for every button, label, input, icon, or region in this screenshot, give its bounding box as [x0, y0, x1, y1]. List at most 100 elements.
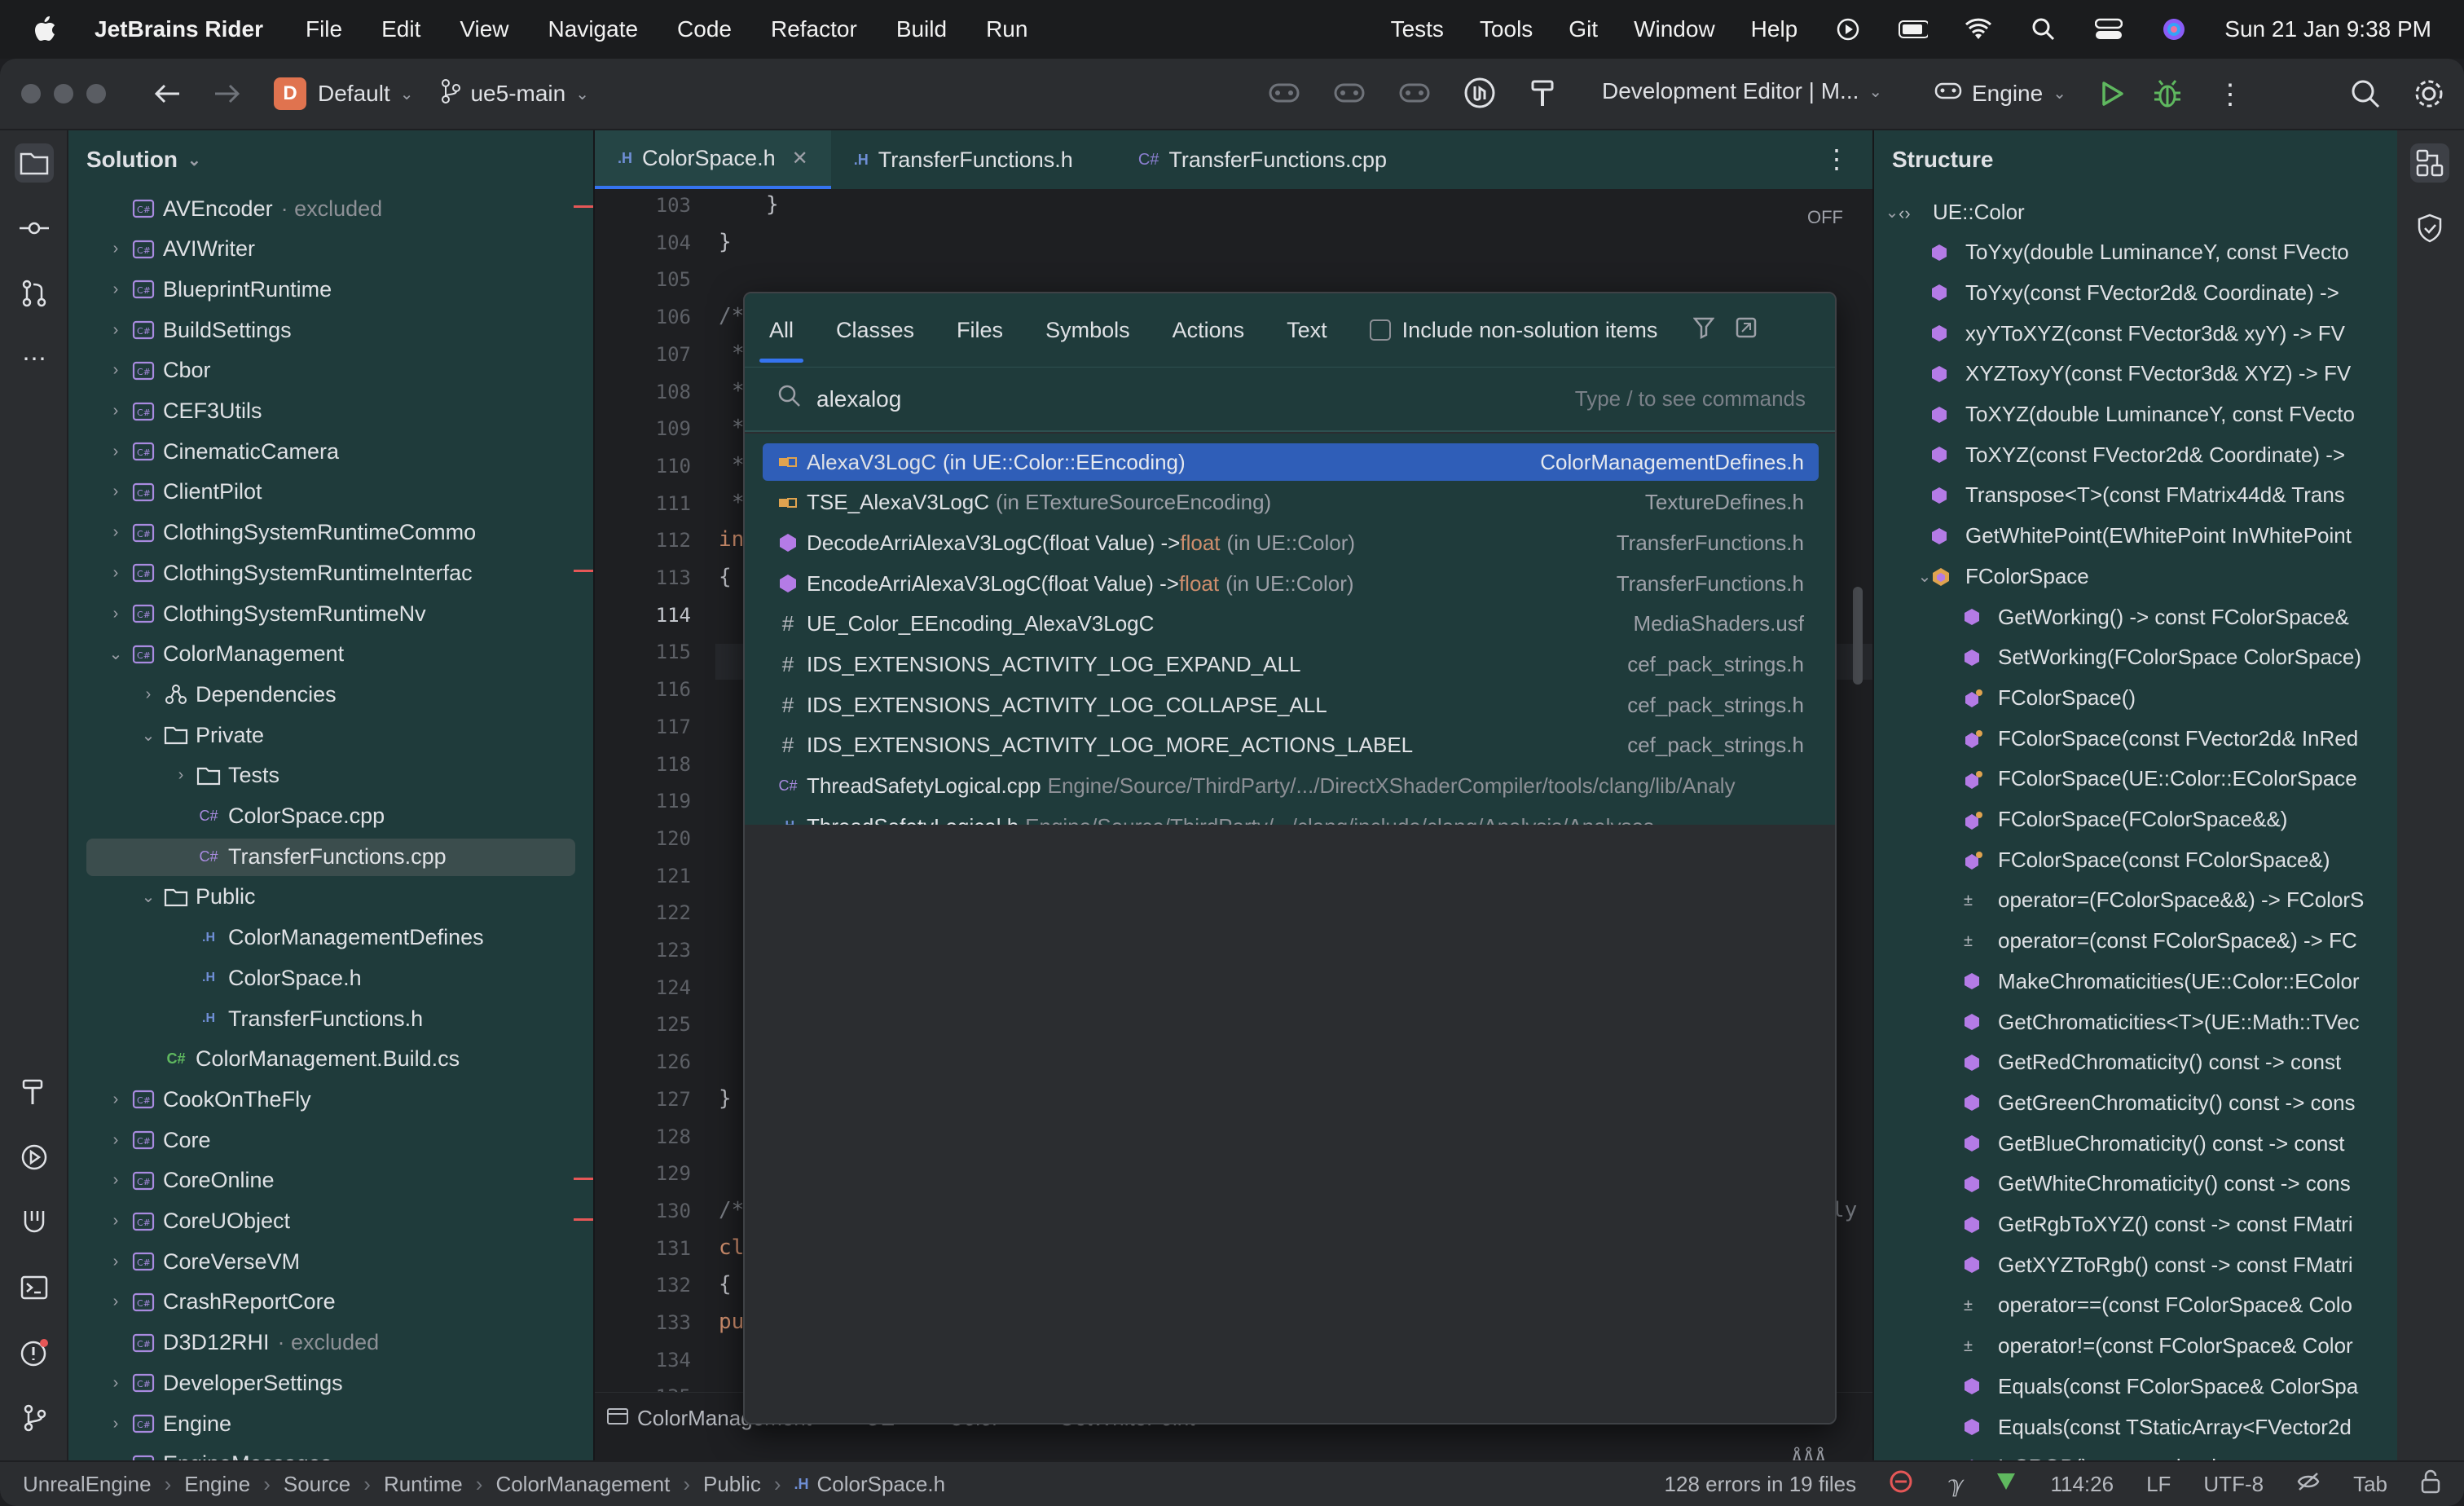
run-icon[interactable]: [2099, 80, 2125, 112]
solution-tree-item[interactable]: › C# ClothingSystemRuntimeNv: [68, 594, 593, 633]
chevron-right-icon[interactable]: ›: [171, 766, 191, 785]
structure-item[interactable]: xyYToXYZ(const FVector3d& xyY) -> FV: [1874, 314, 2399, 353]
search-field[interactable]: alexalog Type / to see commands: [745, 367, 1835, 432]
file-encoding[interactable]: UTF-8: [2203, 1472, 2264, 1497]
structure-item[interactable]: SetWorking(FColorSpace ColorSpace): [1874, 638, 2399, 677]
menu-code[interactable]: Code: [677, 16, 732, 42]
chevron-right-icon[interactable]: ›: [106, 280, 125, 299]
solution-tree-item[interactable]: › C# CoreVerseVM: [68, 1242, 593, 1281]
solution-tree-item[interactable]: C# ColorManagement.Build.cs: [68, 1040, 593, 1079]
siri-icon[interactable]: [2159, 15, 2189, 44]
search-result-item[interactable]: # IDS_EXTENSIONS_ACTIVITY_LOG_COLLAPSE_AL…: [763, 686, 1819, 724]
chevron-down-icon[interactable]: ⌄: [139, 887, 158, 907]
inlay-hints-off-badge[interactable]: OFF: [1807, 207, 1843, 228]
status-path-item[interactable]: Source: [284, 1472, 350, 1497]
solution-tree-item[interactable]: C# TransferFunctions.cpp: [68, 837, 593, 877]
structure-item[interactable]: FColorSpace(FColorSpace&&): [1874, 800, 2399, 839]
structure-item[interactable]: XYZToxyY(const FVector3d& XYZ) -> FV: [1874, 354, 2399, 394]
search-result-item[interactable]: # IDS_EXTENSIONS_ACTIVITY_LOG_EXPAND_ALL c…: [763, 646, 1819, 684]
menu-view[interactable]: View: [460, 16, 508, 42]
chevron-right-icon[interactable]: ›: [106, 321, 125, 340]
solution-tree-item[interactable]: ⌄ Private: [68, 716, 593, 755]
chevron-right-icon[interactable]: ›: [106, 523, 125, 542]
structure-item[interactable]: ± operator=(FColorSpace&&) -> FColorS: [1874, 881, 2399, 920]
solution-tree-item[interactable]: › C# BuildSettings: [68, 310, 593, 350]
terminal-icon[interactable]: [15, 1268, 54, 1307]
chevron-right-icon[interactable]: ›: [139, 685, 158, 704]
commit-icon[interactable]: [15, 209, 54, 248]
more-tools-icon[interactable]: ⋯: [15, 339, 54, 378]
tab-transferfunctions-h[interactable]: .H TransferFunctions.h: [831, 130, 1096, 189]
run-window-icon[interactable]: [15, 1138, 54, 1177]
control-center-icon[interactable]: [2094, 15, 2123, 44]
apple-icon[interactable]: [33, 15, 65, 43]
menu-help[interactable]: Help: [1751, 16, 1798, 42]
hammer-icon[interactable]: [1529, 77, 1561, 113]
structure-item[interactable]: GetXYZToRgb() const -> const FMatri: [1874, 1245, 2399, 1284]
solution-tree-item[interactable]: C# D3D12RHI · excluded: [68, 1323, 593, 1363]
structure-item[interactable]: MakeChromaticities(UE::Color::EColor: [1874, 962, 2399, 1001]
forward-arrow-icon[interactable]: [213, 81, 241, 106]
structure-item[interactable]: ± operator=(const FColorSpace&) -> FC: [1874, 922, 2399, 961]
ai-assistant-icon[interactable]: ℽ: [1946, 1471, 1962, 1498]
gamepad-icon[interactable]: [1333, 77, 1366, 113]
search-everywhere-icon[interactable]: [2350, 78, 2381, 113]
branch-selector[interactable]: ue5-main ⌄: [441, 78, 589, 109]
build-hammer-icon[interactable]: [15, 1072, 54, 1112]
shield-icon[interactable]: [2410, 209, 2449, 248]
chevron-right-icon[interactable]: ›: [106, 1292, 125, 1311]
chevron-right-icon[interactable]: ›: [106, 240, 125, 258]
pull-requests-icon[interactable]: [15, 274, 54, 313]
unreal-engine-icon[interactable]: [1463, 77, 1496, 113]
gamepad-icon[interactable]: [1398, 77, 1431, 113]
solution-tree-item[interactable]: › C# CrashReportCore: [68, 1283, 593, 1322]
solution-tree-item[interactable]: › C# Core: [68, 1121, 593, 1160]
status-path-item[interactable]: ColorSpace.h: [817, 1472, 946, 1497]
gamepad-icon[interactable]: [1268, 77, 1300, 113]
project-selector[interactable]: D Default ⌄: [274, 77, 413, 110]
caret-position[interactable]: 114:26: [2050, 1472, 2114, 1497]
menu-tools[interactable]: Tools: [1480, 16, 1533, 42]
structure-item[interactable]: Equals(const FColorSpace& ColorSpa: [1874, 1367, 2399, 1406]
git-icon[interactable]: [15, 1398, 54, 1438]
play-circle-icon[interactable]: [1833, 15, 1863, 44]
solution-tree-item[interactable]: › Dependencies: [68, 675, 593, 714]
chevron-right-icon[interactable]: ›: [106, 1090, 125, 1109]
chevron-right-icon[interactable]: ›: [106, 605, 125, 623]
minimize-window-button[interactable]: [54, 84, 73, 103]
solution-tree-item[interactable]: › C# CookOnTheFly: [68, 1080, 593, 1119]
solution-tree-item[interactable]: › C# CoreUObject: [68, 1202, 593, 1241]
structure-item[interactable]: ToYxy(double LuminanceY, const FVecto: [1874, 233, 2399, 272]
solution-tree-item[interactable]: .H ColorManagementDefines: [68, 918, 593, 958]
solution-tree-item[interactable]: › C# CinematicCamera: [68, 432, 593, 471]
indent-setting[interactable]: Tab: [2353, 1472, 2387, 1497]
solution-tree-item[interactable]: › C# ClientPilot: [68, 473, 593, 512]
no-suggestions-icon[interactable]: [2296, 1470, 2321, 1499]
structure-tool-icon[interactable]: [2410, 143, 2449, 183]
tab-all[interactable]: All: [759, 318, 804, 363]
close-tab-icon[interactable]: ✕: [792, 147, 808, 170]
menu-git[interactable]: Git: [1569, 16, 1598, 42]
structure-item[interactable]: ⌄ ‹› UE::Color: [1874, 192, 2399, 231]
solution-tree-item[interactable]: › C# Cbor: [68, 351, 593, 390]
structure-item[interactable]: GetWorking() -> const FColorSpace&: [1874, 597, 2399, 636]
open-in-window-icon[interactable]: [1736, 317, 1757, 344]
solution-header[interactable]: Solution ⌄: [68, 130, 593, 189]
battery-icon[interactable]: [1899, 15, 1929, 44]
structure-item[interactable]: GetWhitePoint(EWhitePoint InWhitePoint: [1874, 517, 2399, 556]
debug-icon[interactable]: [2153, 78, 2182, 113]
menu-window[interactable]: Window: [1634, 16, 1715, 42]
no-entry-icon[interactable]: [1889, 1469, 1913, 1499]
run-configuration-selector[interactable]: Development Editor | M... ⌄: [1602, 78, 1882, 104]
solution-tree-item[interactable]: › C# ClothingSystemRuntimeCommo: [68, 513, 593, 553]
tab-transferfunctions-cpp[interactable]: C# TransferFunctions.cpp: [1115, 130, 1410, 189]
status-path-item[interactable]: UnrealEngine: [23, 1472, 152, 1497]
tab-colorspace-h[interactable]: .H ColorSpace.h ✕: [595, 130, 831, 189]
menu-file[interactable]: File: [306, 16, 342, 42]
structure-item[interactable]: FColorSpace(const FVector2d& InRed: [1874, 719, 2399, 758]
menu-tests[interactable]: Tests: [1391, 16, 1444, 42]
more-actions-icon[interactable]: ⋮: [2216, 78, 2244, 111]
include-non-solution-checkbox[interactable]: Include non-solution items: [1369, 318, 1657, 343]
structure-item[interactable]: Equals(const TStaticArray<FVector2d: [1874, 1407, 2399, 1447]
chevron-down-icon[interactable]: ⌄: [1882, 202, 1902, 222]
